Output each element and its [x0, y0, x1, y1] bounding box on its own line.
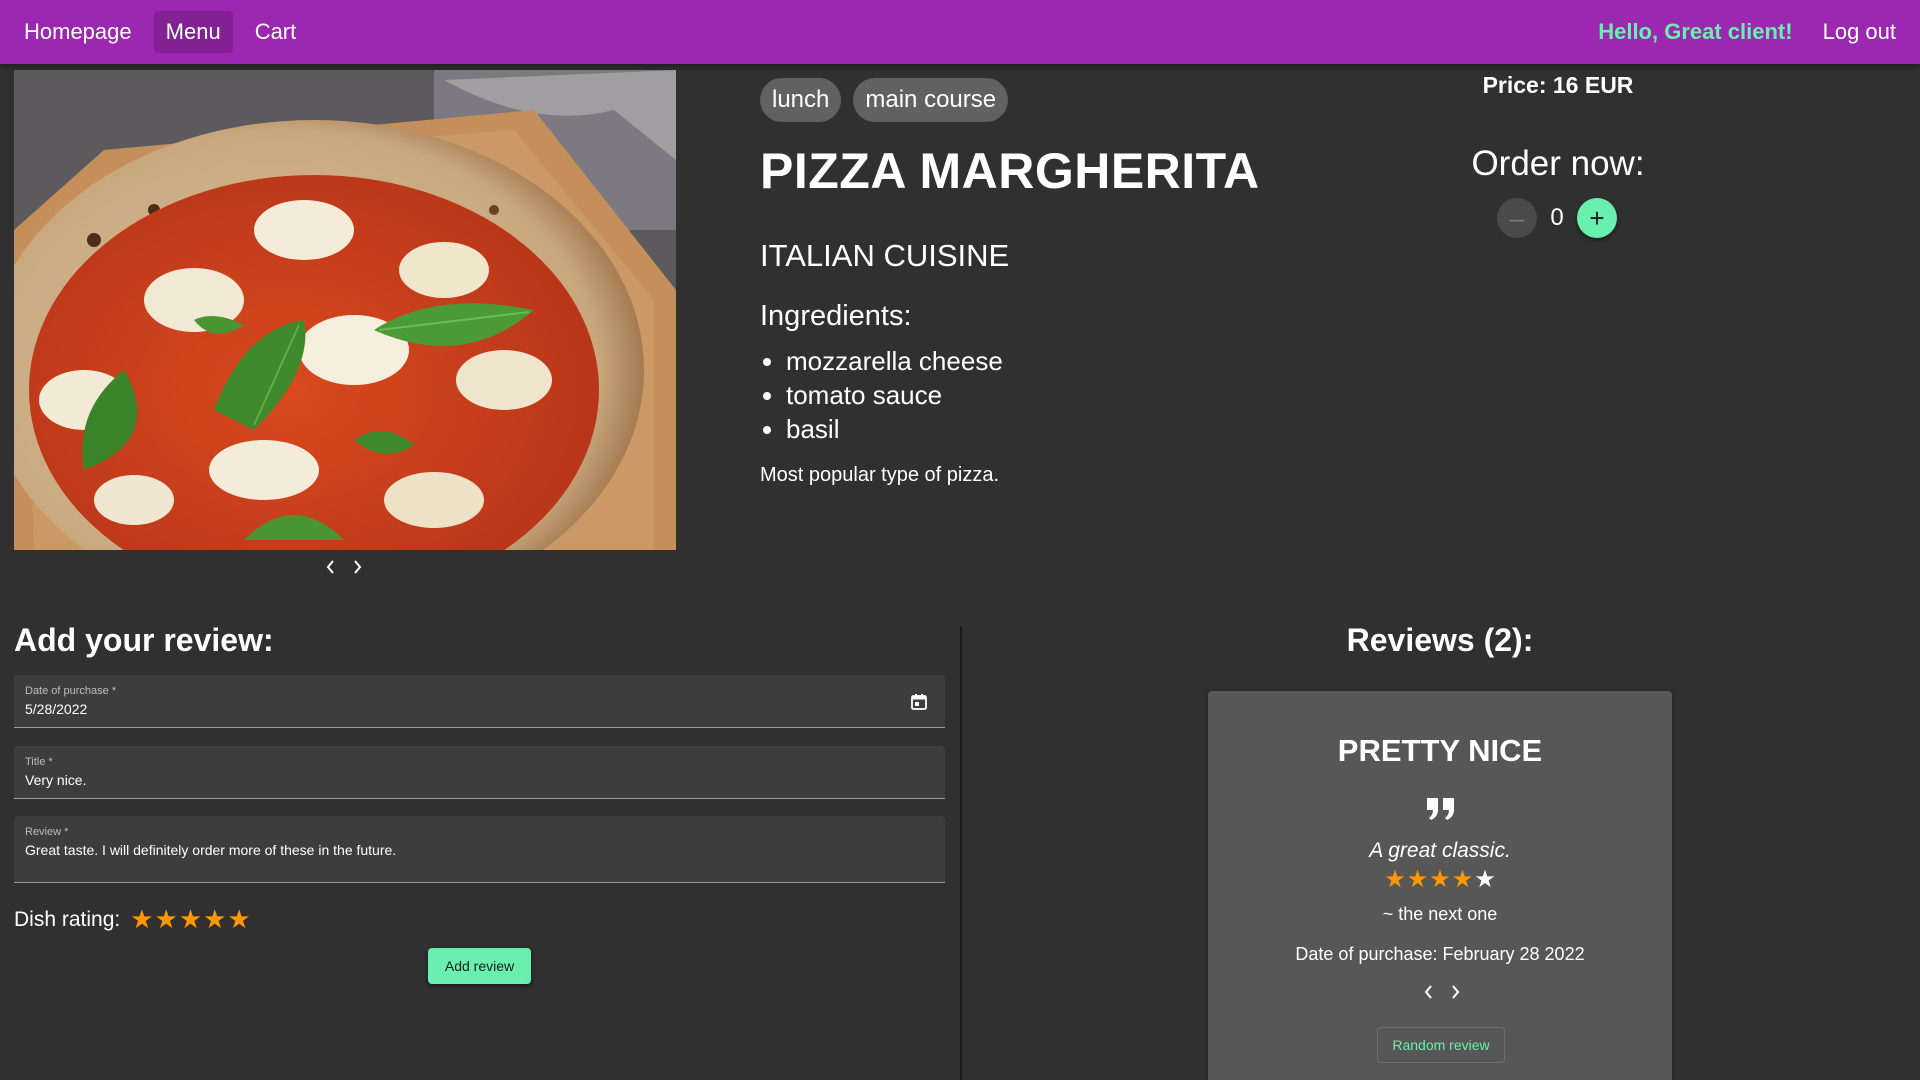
star-filled-icon: ★: [1451, 866, 1474, 893]
star-filled-icon: ★: [1406, 866, 1429, 893]
dish-cuisine: ITALIAN CUISINE: [760, 238, 1010, 273]
review-card: PRETTY NICE A great classic. ★ ★ ★ ★ ★ ~ the…: [1208, 691, 1672, 1080]
date-field-value[interactable]: 5/28/2022: [25, 701, 934, 717]
review-field[interactable]: Review * Great taste. I will definitely …: [14, 816, 945, 883]
gallery-prev-button[interactable]: [323, 555, 339, 579]
star-filled-icon[interactable]: ★: [155, 904, 178, 934]
chevron-left-icon: [1424, 985, 1432, 999]
review-prev-button[interactable]: [1421, 980, 1437, 1004]
dish-image-gallery: [14, 70, 676, 550]
nav-cart[interactable]: Cart: [243, 11, 309, 53]
date-field-label: Date of purchase *: [25, 685, 117, 697]
add-review-heading: Add your review:: [14, 622, 274, 658]
nav-menu[interactable]: Menu: [153, 11, 233, 53]
dish-tags: lunch main course: [760, 78, 1009, 122]
star-filled-icon: ★: [1384, 866, 1406, 893]
ingredient-item: tomato sauce: [786, 378, 1003, 412]
calendar-icon[interactable]: [910, 693, 928, 711]
star-filled-icon[interactable]: ★: [179, 904, 202, 934]
quantity-stepper: – 0 +: [1497, 198, 1617, 238]
ingredient-item: basil: [786, 412, 1003, 446]
review-carousel-controls: [1421, 980, 1463, 1004]
dish-price: Price: 16 EUR: [1482, 72, 1634, 98]
review-date: Date of purchase: February 28 2022: [1295, 944, 1585, 964]
title-field-label: Title *: [25, 756, 53, 768]
title-field-value[interactable]: Very nice.: [25, 772, 934, 788]
star-filled-icon[interactable]: ★: [227, 904, 250, 934]
column-divider: [960, 626, 962, 1080]
random-review-button[interactable]: Random review: [1377, 1027, 1505, 1063]
add-review-button[interactable]: Add review: [428, 948, 531, 984]
rating-stars: ★★★★★: [130, 904, 252, 935]
pizza-image: [14, 70, 676, 550]
ingredient-item: mozzarella cheese: [786, 344, 1003, 378]
date-of-purchase-field[interactable]: Date of purchase * 5/28/2022: [14, 675, 945, 728]
review-field-value[interactable]: Great taste. I will definitely order mor…: [25, 842, 934, 858]
dish-name: PIZZA MARGHERITA: [760, 143, 1260, 199]
user-greeting: Hello, Great client!: [1598, 19, 1793, 44]
star-filled-icon[interactable]: ★: [203, 904, 226, 934]
review-author: ~ the next one: [1382, 904, 1498, 924]
gallery-controls: [323, 555, 365, 579]
chevron-left-icon: [326, 560, 334, 574]
quote-icon: [1427, 798, 1454, 820]
ingredients-list: mozzarella cheese tomato sauce basil: [786, 344, 1003, 446]
star-filled-icon[interactable]: ★: [130, 904, 153, 934]
dish-rating-label: Dish rating:: [14, 907, 121, 931]
dish-description: Most popular type of pizza.: [760, 464, 1000, 486]
chevron-right-icon: [1452, 985, 1460, 999]
reviews-heading: Reviews (2):: [1346, 622, 1534, 658]
tag-chip[interactable]: lunch: [760, 78, 842, 122]
review-text: A great classic.: [1369, 839, 1511, 862]
nav-homepage[interactable]: Homepage: [12, 11, 144, 53]
decrement-button[interactable]: –: [1497, 198, 1537, 238]
order-title: Order now:: [1471, 144, 1645, 183]
gallery-next-button[interactable]: [349, 555, 365, 579]
title-field[interactable]: Title * Very nice.: [14, 746, 945, 799]
logout-button[interactable]: Log out: [1811, 19, 1908, 45]
chevron-right-icon: [354, 560, 362, 574]
quantity-value: 0: [1550, 204, 1564, 231]
tag-chip[interactable]: main course: [853, 78, 1009, 122]
star-filled-icon: ★: [1429, 866, 1451, 893]
review-title: PRETTY NICE: [1337, 733, 1543, 768]
review-field-label: Review *: [25, 826, 69, 838]
review-next-button[interactable]: [1447, 980, 1463, 1004]
dish-rating: Dish rating: ★★★★★: [14, 904, 252, 935]
top-navbar: Homepage Menu Cart Hello, Great client! …: [0, 0, 1920, 64]
star-empty-icon: ★: [1474, 866, 1496, 893]
increment-button[interactable]: +: [1577, 198, 1617, 238]
ingredients-heading: Ingredients:: [760, 300, 912, 332]
review-stars: ★ ★ ★ ★ ★: [1208, 865, 1672, 894]
